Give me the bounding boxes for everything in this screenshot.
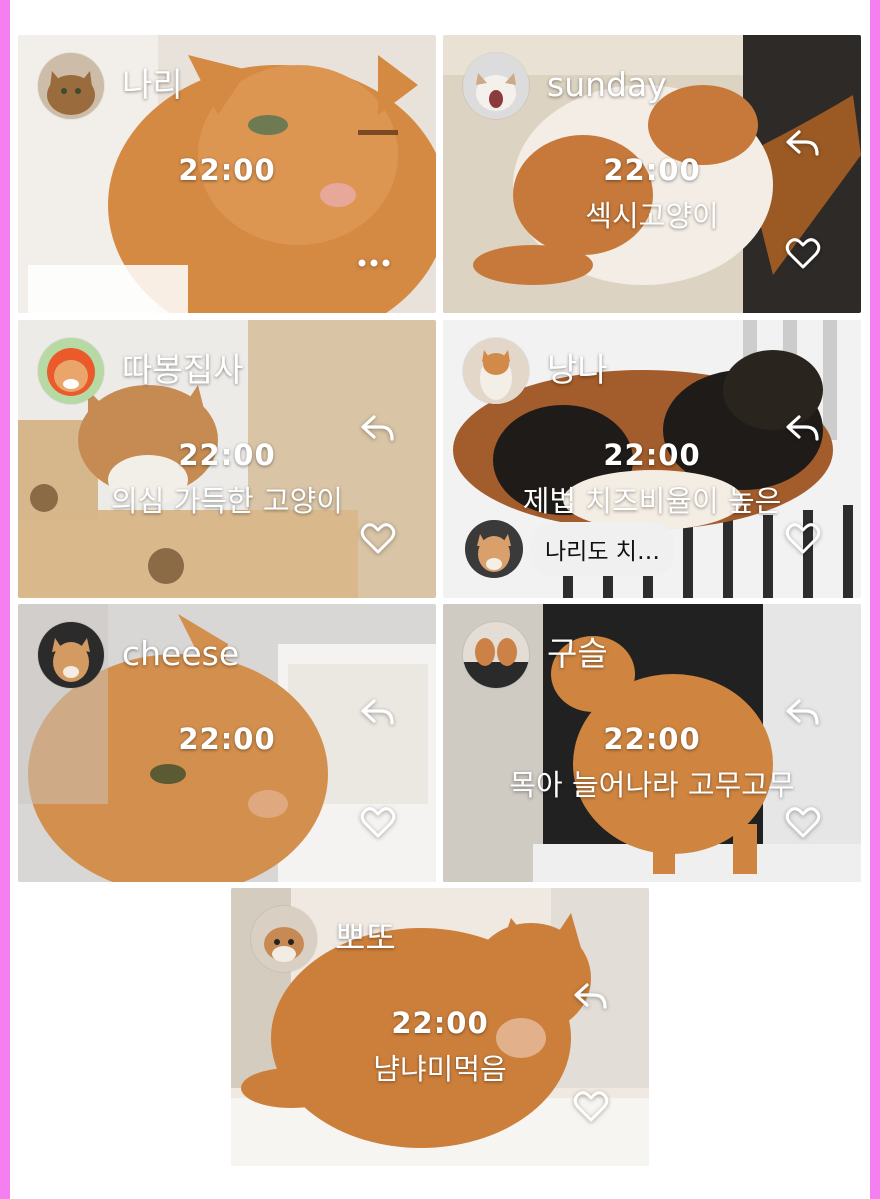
left-pink-border	[0, 0, 10, 1199]
username[interactable]: 구슬	[547, 634, 608, 674]
heart-icon[interactable]	[781, 800, 825, 844]
post-caption: 목아 늘어나라 고무고무	[509, 768, 795, 802]
post-card[interactable]: cheese 22:00	[18, 604, 436, 882]
post-card[interactable]: 나리 22:00	[18, 35, 436, 313]
user-avatar[interactable]	[38, 622, 104, 688]
post-caption: 제법 치즈비율이 높은	[522, 484, 782, 518]
post-caption: 의심 가득한 고양이	[111, 484, 343, 518]
user-avatar[interactable]	[463, 53, 529, 119]
user-avatar[interactable]	[463, 338, 529, 404]
username[interactable]: cheese	[122, 634, 239, 674]
reply-icon[interactable]	[356, 690, 400, 734]
username[interactable]: sunday	[547, 65, 667, 105]
reply-icon[interactable]	[781, 406, 825, 450]
username[interactable]: 나리	[122, 65, 183, 105]
reply-icon[interactable]	[569, 974, 613, 1018]
username[interactable]: 낭나	[547, 350, 608, 390]
comment-text: 나리도 치…	[531, 522, 674, 576]
post-card[interactable]: 뽀또 22:00 냠냐미먹음	[231, 888, 649, 1166]
username[interactable]: 따봉집사	[122, 350, 243, 390]
username[interactable]: 뽀또	[335, 918, 396, 958]
heart-icon[interactable]	[781, 231, 825, 275]
post-time: 22:00	[178, 153, 276, 187]
more-options-icon[interactable]	[352, 241, 396, 285]
post-card[interactable]: 구슬 22:00 목아 늘어나라 고무고무	[443, 604, 861, 882]
user-avatar[interactable]	[38, 338, 104, 404]
heart-icon[interactable]	[781, 516, 825, 560]
user-avatar[interactable]	[463, 622, 529, 688]
post-card[interactable]: 낭나 22:00 제법 치즈비율이 높은 나리도 치…	[443, 320, 861, 598]
heart-icon[interactable]	[356, 516, 400, 560]
reply-icon[interactable]	[781, 690, 825, 734]
post-card[interactable]: 따봉집사 22:00 의심 가득한 고양이	[18, 320, 436, 598]
comment-preview[interactable]: 나리도 치…	[465, 520, 674, 578]
post-caption: 섹시고양이	[585, 199, 719, 233]
reply-icon[interactable]	[356, 406, 400, 450]
user-avatar[interactable]	[251, 906, 317, 972]
heart-icon[interactable]	[356, 800, 400, 844]
right-pink-border	[870, 0, 880, 1199]
post-card[interactable]: sunday 22:00 섹시고양이	[443, 35, 861, 313]
reply-icon[interactable]	[781, 121, 825, 165]
heart-icon[interactable]	[569, 1084, 613, 1128]
commenter-avatar[interactable]	[465, 520, 523, 578]
user-avatar[interactable]	[38, 53, 104, 119]
post-caption: 냠냐미먹음	[373, 1052, 507, 1086]
